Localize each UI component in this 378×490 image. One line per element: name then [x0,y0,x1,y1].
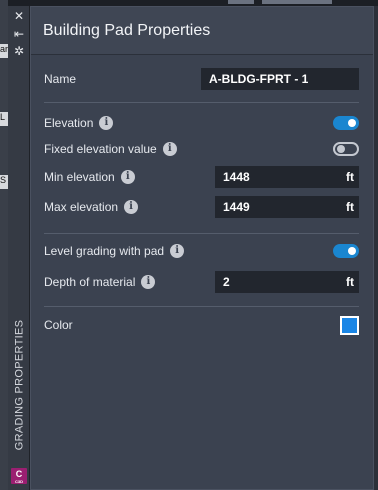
app-logo-subtext: C3D [14,479,23,484]
drawing-area-edge: ar L S [0,0,8,490]
fixed-elevation-row: Fixed elevation value i [44,136,359,162]
app-logo-letter: C [15,469,23,479]
background-toolbar-segment [262,0,332,4]
min-elevation-unit: ft [346,170,354,184]
depth-of-material-unit: ft [346,275,354,289]
fixed-elevation-toggle[interactable] [333,142,359,156]
name-field[interactable]: A-BLDG-FPRT - 1 [201,68,359,90]
background-toolbar-segment [228,0,254,4]
max-elevation-label: Max elevation [44,200,119,214]
close-icon[interactable]: ✕ [11,9,27,23]
properties-body: Name A-BLDG-FPRT - 1 Elevation i Fixed e… [31,66,373,338]
min-elevation-row: Min elevation i 1448 ft [44,162,359,192]
name-row: Name A-BLDG-FPRT - 1 [44,66,359,92]
level-grading-label-group: Level grading with pad i [44,244,185,258]
info-icon[interactable]: i [162,142,177,156]
fixed-elevation-label-group: Fixed elevation value i [44,142,177,156]
depth-of-material-label-group: Depth of material i [44,275,156,289]
max-elevation-unit: ft [346,200,354,214]
depth-of-material-field[interactable]: 2 ft [215,271,359,293]
palette-tab-strip: ✕ ⇤ ✲ GRADING PROPERTIES C C3D [8,6,30,490]
elevation-row: Elevation i [44,110,359,136]
level-grading-toggle[interactable] [333,244,359,258]
min-elevation-label: Min elevation [44,170,115,184]
min-elevation-label-group: Min elevation i [44,170,135,184]
depth-of-material-row: Depth of material i 2 ft [44,264,359,300]
info-icon[interactable]: i [99,116,114,130]
info-icon[interactable]: i [120,170,135,184]
elevation-label: Elevation [44,116,94,130]
palette-tab-title[interactable]: GRADING PROPERTIES [9,319,29,451]
divider [44,306,359,307]
min-elevation-value: 1448 [223,170,250,184]
elevation-toggle[interactable] [333,116,359,130]
divider [44,233,359,234]
settings-icon[interactable]: ✲ [11,44,27,58]
panel-title: Building Pad Properties [43,21,211,39]
level-grading-row: Level grading with pad i [44,238,359,264]
left-edge-fragment: L [0,112,8,126]
info-icon[interactable]: i [141,275,156,289]
palette-tab-label: GRADING PROPERTIES [13,319,25,451]
depth-of-material-label: Depth of material [44,275,136,289]
app-logo-icon: C C3D [11,468,27,484]
toggle-knob [348,119,356,127]
fixed-elevation-label: Fixed elevation value [44,142,157,156]
level-grading-label: Level grading with pad [44,244,165,258]
color-row: Color [44,312,359,338]
toggle-knob [337,145,345,153]
info-icon[interactable]: i [170,244,185,258]
max-elevation-row: Max elevation i 1449 ft [44,192,359,222]
panel-header: Building Pad Properties [31,7,373,55]
name-label: Name [44,72,77,86]
info-icon[interactable]: i [124,200,139,214]
color-swatch[interactable] [340,315,359,335]
properties-panel: Building Pad Properties Name A-BLDG-FPRT… [30,6,374,490]
name-value: A-BLDG-FPRT - 1 [209,72,309,86]
elevation-label-group: Elevation i [44,116,114,130]
min-elevation-field[interactable]: 1448 ft [215,166,359,188]
toggle-knob [348,247,356,255]
max-elevation-field[interactable]: 1449 ft [215,196,359,218]
color-label: Color [44,318,73,332]
depth-of-material-value: 2 [223,275,230,289]
max-elevation-label-group: Max elevation i [44,200,139,214]
divider [44,102,359,103]
max-elevation-value: 1449 [223,200,250,214]
left-edge-fragment: ar [0,44,8,58]
left-edge-fragment: S [0,175,8,189]
pin-icon[interactable]: ⇤ [11,27,27,41]
